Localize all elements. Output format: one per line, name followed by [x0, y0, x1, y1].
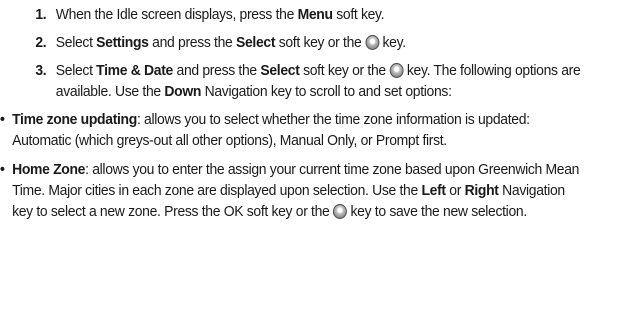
step-text: soft key or the	[275, 34, 366, 51]
bullet-icon: •	[0, 111, 5, 128]
time-date-label: Time & Date	[96, 62, 173, 79]
step-number: 2.	[35, 34, 47, 51]
settings-label: Settings	[96, 34, 149, 51]
steps-list: 1. When the Idle screen displays, press …	[0, 0, 583, 102]
step-text: soft key.	[332, 6, 385, 23]
select-key-label: Select	[236, 34, 276, 51]
step-text: and press the	[172, 62, 261, 79]
step-text: Select	[55, 62, 97, 79]
step-3: 3. Select Time & Date and press the Sele…	[0, 60, 583, 102]
down-key-label: Down	[164, 83, 202, 100]
options-list: • Time zone updating: allows you to sele…	[0, 109, 583, 222]
step-text: When the Idle screen displays, press the	[55, 6, 298, 23]
right-key-label: Right	[464, 182, 499, 199]
step-2: 2. Select Settings and press the Select …	[0, 32, 583, 53]
step-text: soft key or the	[299, 62, 390, 79]
step-number: 1.	[35, 6, 47, 23]
step-1: 1. When the Idle screen displays, press …	[0, 0, 583, 25]
select-key-icon	[365, 35, 379, 50]
bullet-icon: •	[0, 161, 5, 178]
option-term: Time zone updating	[12, 111, 137, 128]
select-key-icon	[389, 63, 404, 78]
option-time-zone-updating: • Time zone updating: allows you to sele…	[0, 109, 583, 151]
menu-key-label: Menu	[297, 6, 333, 23]
select-key-label: Select	[260, 62, 300, 79]
step-text: key.	[378, 34, 407, 51]
option-text: key to save the new selection.	[346, 203, 528, 220]
step-text: and press the	[148, 34, 237, 51]
option-home-zone: • Home Zone: allows you to enter the ass…	[0, 159, 583, 222]
left-key-label: Left	[421, 182, 446, 199]
step-number: 3.	[35, 62, 47, 79]
manual-page: 1. When the Idle screen displays, press …	[0, 0, 583, 230]
step-text: Select	[55, 34, 97, 51]
option-term: Home Zone	[12, 161, 86, 178]
select-key-icon	[333, 204, 347, 219]
option-text: or	[445, 182, 465, 199]
step-text: Navigation key to scroll to and set opti…	[201, 83, 452, 100]
